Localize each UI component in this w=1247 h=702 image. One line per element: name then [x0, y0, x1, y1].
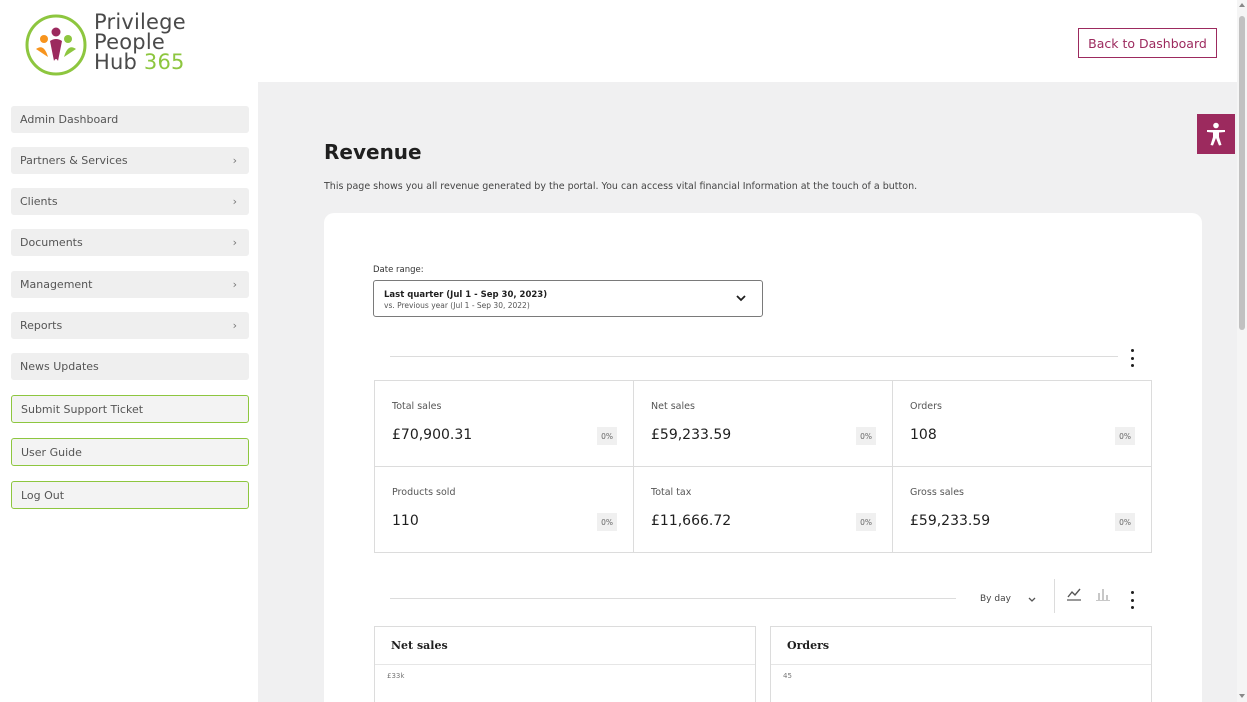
back-to-dashboard-button[interactable]: Back to Dashboard: [1078, 28, 1217, 58]
brand-logo[interactable]: Privilege People Hub 365: [24, 10, 194, 78]
sidebar-item-clients[interactable]: Clients ›: [11, 188, 249, 215]
page-description: This page shows you all revenue generate…: [324, 181, 918, 192]
scroll-down-arrow-icon[interactable]: [1239, 694, 1245, 698]
accessibility-icon: [1207, 122, 1225, 146]
sidebar-item-label: Management: [20, 278, 93, 291]
revenue-card: Date range: Last quarter (Jul 1 - Sep 30…: [324, 213, 1202, 702]
sidebar-item-partners-services[interactable]: Partners & Services ›: [11, 147, 249, 174]
stat-label: Products sold: [392, 487, 456, 498]
stat-delta-badge: 0%: [856, 513, 876, 531]
stat-orders[interactable]: Orders 108 0%: [893, 381, 1151, 467]
stat-delta-badge: 0%: [597, 427, 617, 445]
sidebar-item-label: News Updates: [20, 360, 99, 373]
stat-value: £59,233.59: [651, 427, 732, 443]
sidebar-item-label: Clients: [20, 195, 58, 208]
stat-total-sales[interactable]: Total sales £70,900.31 0%: [375, 381, 634, 467]
bar-chart-icon[interactable]: [1095, 586, 1111, 602]
date-range-select[interactable]: Last quarter (Jul 1 - Sep 30, 2023) vs. …: [373, 280, 763, 317]
sidebar-item-reports[interactable]: Reports ›: [11, 312, 249, 339]
brand-line-2: People: [94, 30, 165, 54]
sidebar-item-label: Partners & Services: [20, 154, 128, 167]
sidebar-item-news-updates[interactable]: News Updates: [11, 353, 249, 380]
chevron-down-icon: [736, 295, 746, 302]
brand-365: 365: [143, 50, 185, 74]
stat-products-sold[interactable]: Products sold 110 0%: [375, 467, 634, 553]
chart-y-tick: 45: [783, 672, 792, 680]
brand-line-1: Privilege: [94, 10, 186, 34]
interval-select[interactable]: By day: [980, 594, 1011, 604]
date-range-compare: vs. Previous year (Jul 1 - Sep 30, 2022): [384, 301, 530, 310]
stat-value: 108: [910, 427, 937, 443]
stat-net-sales[interactable]: Net sales £59,233.59 0%: [634, 381, 893, 467]
stat-delta-badge: 0%: [1115, 427, 1135, 445]
scroll-up-arrow-icon[interactable]: [1239, 3, 1245, 7]
sidebar-item-label: Log Out: [21, 488, 65, 502]
sidebar-item-log-out[interactable]: Log Out: [11, 481, 249, 509]
main-content: Revenue This page shows you all revenue …: [258, 82, 1237, 702]
sidebar: Admin Dashboard Partners & Services › Cli…: [0, 82, 258, 702]
chevron-right-icon: ›: [232, 278, 237, 291]
stat-delta-badge: 0%: [856, 427, 876, 445]
chart-y-tick: £33k: [387, 672, 405, 680]
brand-line-3: Hub 365: [94, 50, 186, 74]
stat-value: £59,233.59: [910, 513, 991, 529]
scrollbar-thumb[interactable]: [1239, 16, 1245, 330]
chevron-right-icon: ›: [232, 236, 237, 249]
chart-title: Orders: [787, 639, 830, 652]
chevron-right-icon: ›: [232, 195, 237, 208]
sidebar-item-admin-dashboard[interactable]: Admin Dashboard: [11, 106, 249, 133]
kebab-menu-icon[interactable]: [1127, 591, 1137, 609]
stats-grid: Total sales £70,900.31 0% Net sales £59,…: [374, 380, 1152, 553]
sidebar-item-user-guide[interactable]: User Guide: [11, 438, 249, 466]
controls-separator: [1054, 579, 1055, 613]
sidebar-item-documents[interactable]: Documents ›: [11, 229, 249, 256]
stat-delta-badge: 0%: [597, 513, 617, 531]
sidebar-item-management[interactable]: Management ›: [11, 271, 249, 298]
stat-label: Total tax: [651, 487, 692, 498]
kebab-menu-icon[interactable]: [1127, 349, 1137, 367]
sidebar-item-label: Reports: [20, 319, 63, 332]
brand-hub: Hub: [94, 50, 138, 74]
date-range-label: Date range:: [373, 265, 424, 275]
stat-value: 110: [392, 513, 419, 529]
section-divider: [390, 356, 1118, 357]
line-chart-icon[interactable]: [1066, 586, 1082, 602]
sidebar-item-label: Documents: [20, 236, 83, 249]
page-scrollbar[interactable]: [1237, 0, 1247, 702]
stat-label: Gross sales: [910, 487, 964, 498]
page-title: Revenue: [324, 140, 422, 164]
stat-label: Net sales: [651, 401, 695, 412]
chart-card-net-sales: Net sales £33k: [374, 626, 756, 702]
chart-header-divider: [375, 664, 755, 665]
chevron-down-icon[interactable]: [1027, 594, 1037, 604]
top-header: Privilege People Hub 365 Back to Dashboa…: [0, 0, 1237, 82]
chevron-right-icon: ›: [232, 154, 237, 167]
sidebar-item-submit-support-ticket[interactable]: Submit Support Ticket: [11, 395, 249, 423]
brand-logo-icon: [25, 14, 87, 76]
stat-label: Total sales: [392, 401, 442, 412]
section-divider: [390, 598, 956, 599]
stat-total-tax[interactable]: Total tax £11,666.72 0%: [634, 467, 893, 553]
stat-value: £11,666.72: [651, 513, 732, 529]
chart-card-orders: Orders 45: [770, 626, 1152, 702]
sidebar-item-label: User Guide: [21, 445, 82, 459]
date-range-current: Last quarter (Jul 1 - Sep 30, 2023): [384, 290, 548, 300]
stat-label: Orders: [910, 401, 942, 412]
sidebar-item-label: Admin Dashboard: [20, 113, 119, 126]
stat-value: £70,900.31: [392, 427, 473, 443]
stat-gross-sales[interactable]: Gross sales £59,233.59 0%: [893, 467, 1151, 553]
sidebar-item-label: Submit Support Ticket: [21, 402, 144, 416]
stat-delta-badge: 0%: [1115, 513, 1135, 531]
chart-header-divider: [771, 664, 1151, 665]
chevron-right-icon: ›: [232, 319, 237, 332]
brand-wordmark: Privilege People Hub 365: [94, 10, 186, 74]
accessibility-button[interactable]: [1197, 114, 1235, 154]
chart-title: Net sales: [391, 639, 448, 652]
